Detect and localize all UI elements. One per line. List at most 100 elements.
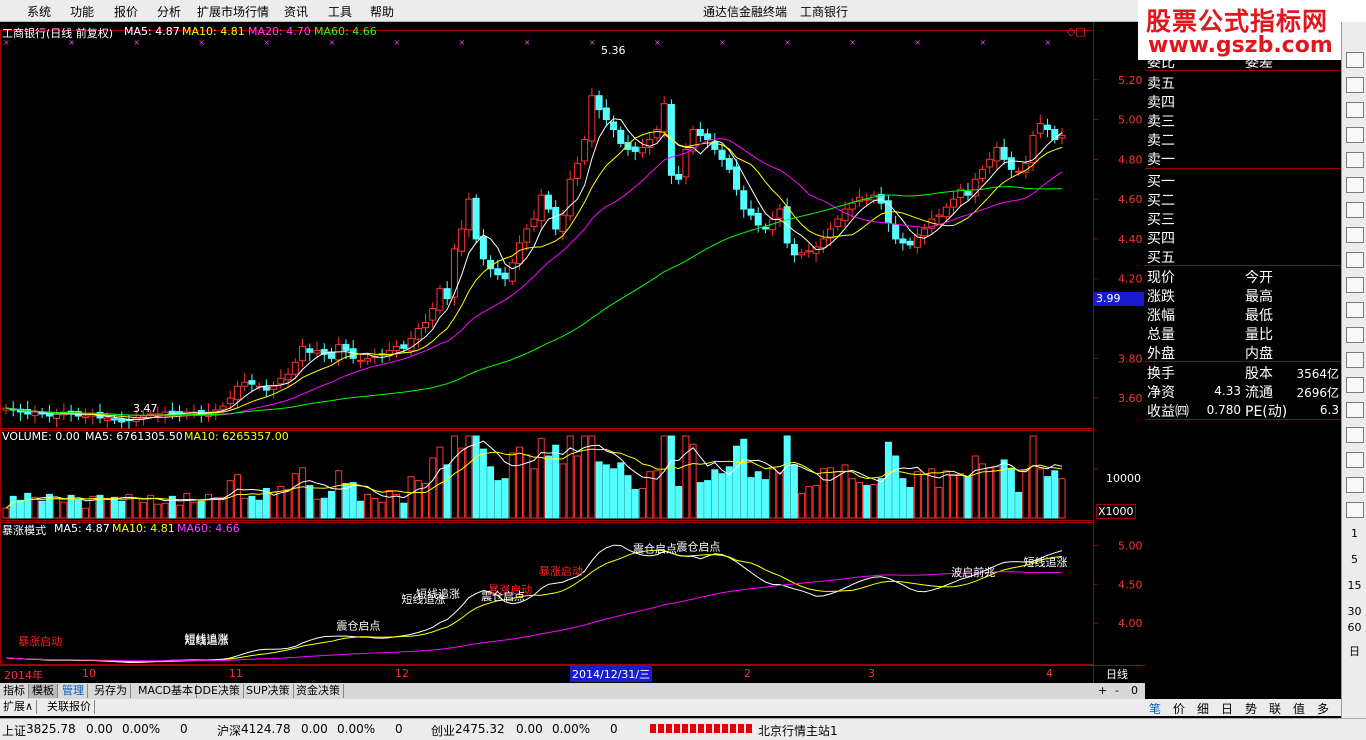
tab-ri[interactable]: 日 [1221, 700, 1233, 717]
tab-bi[interactable]: 笔 [1149, 700, 1161, 717]
menu-quote[interactable]: 报价 [114, 3, 138, 20]
period-5[interactable]: 5 [1342, 553, 1366, 566]
period-15[interactable]: 15 [1342, 579, 1366, 592]
volume-bar [740, 438, 748, 519]
rsi-icon[interactable] [1346, 402, 1364, 418]
volume-bar [299, 467, 307, 519]
info-icon[interactable] [1346, 277, 1364, 293]
candle-body [1007, 157, 1015, 170]
status-cy-value: 2475.32 [455, 722, 505, 736]
volume-bar [986, 467, 994, 519]
panel-toggle-icon[interactable]: ◇□ [1067, 25, 1086, 38]
panel-frame [0, 30, 1094, 429]
volume-bar [472, 435, 480, 519]
chart-icon[interactable] [1346, 302, 1364, 318]
chart-icon[interactable] [1346, 177, 1364, 193]
menu-function[interactable]: 功能 [70, 3, 94, 20]
doc-icon[interactable] [1346, 477, 1364, 493]
text-icon[interactable] [1346, 502, 1364, 518]
quote-shouyi-value: 0.780 [1206, 403, 1241, 417]
volume-tick-10000: 10000 [1106, 472, 1141, 485]
candle-icon[interactable] [1346, 202, 1364, 218]
arrow-down-icon[interactable] [1346, 77, 1364, 93]
tab-extend[interactable]: 扩展∧ [0, 700, 38, 714]
doc-icon[interactable] [1346, 227, 1364, 243]
tab-template[interactable]: 模板 [29, 684, 58, 698]
signal-marker: × [654, 38, 661, 47]
candle-body [696, 129, 704, 136]
candle-body [241, 381, 249, 387]
volume-bar [161, 502, 169, 519]
period-30[interactable]: 30 [1342, 605, 1366, 618]
buy-3: 买三 [1147, 212, 1175, 228]
tab-capital[interactable]: 资金决策 [293, 684, 344, 698]
candle-body [465, 198, 473, 231]
tab-shi[interactable]: 势 [1245, 700, 1257, 717]
f3-icon[interactable] [1346, 352, 1364, 368]
low-price-label: 3.47 [133, 402, 158, 415]
price-tick-label: 4.80 [1118, 153, 1143, 166]
circle-icon[interactable] [1346, 377, 1364, 393]
arrows-icon[interactable] [1346, 452, 1364, 468]
period-label[interactable]: 日线 [1106, 666, 1128, 682]
period-1[interactable]: 1 [1342, 527, 1366, 540]
tab-sup[interactable]: SUP决策 [243, 684, 294, 698]
table-icon[interactable] [1346, 152, 1364, 168]
tab-dde[interactable]: DDE决策 [191, 684, 244, 698]
volume-bar [443, 464, 451, 519]
menu-system[interactable]: 系统 [27, 3, 51, 20]
tab-jia[interactable]: 价 [1173, 700, 1185, 717]
candle-body [277, 377, 285, 385]
indicator-ma60: MA60: 4.66 [177, 522, 240, 535]
volume-bar [320, 497, 328, 519]
quote-guben-value: 3564亿 [1296, 367, 1339, 381]
tab-duo[interactable]: 多 [1317, 700, 1329, 717]
candle-body [805, 250, 813, 253]
f2-icon[interactable] [1346, 327, 1364, 343]
zoom-in-button[interactable]: + [1095, 684, 1110, 698]
list-icon[interactable] [1346, 102, 1364, 118]
volume-bar [154, 503, 162, 519]
zoom-out-button[interactable]: - [1112, 684, 1122, 698]
f10-icon[interactable] [1346, 252, 1364, 268]
period-day[interactable]: 日 [1342, 643, 1366, 659]
volume-bar [696, 482, 704, 519]
candle-body [1058, 134, 1066, 139]
candle-body [761, 226, 769, 230]
tab-indicator[interactable]: 指标 [0, 684, 29, 698]
move-icon[interactable] [1346, 427, 1364, 443]
signal-marker: × [328, 38, 335, 47]
tab-lian[interactable]: 联 [1269, 700, 1281, 717]
volume-bar [176, 504, 184, 519]
stock-chart[interactable]: 5.20 5.00 4.80 4.60 4.40 4.20 3.80 3.60 5.00 4.5… [0, 22, 1145, 683]
zoom-reset-button[interactable]: 0 [1128, 684, 1141, 698]
volume-bar [870, 484, 878, 519]
volume-bar [827, 467, 835, 519]
tab-zhi[interactable]: 值 [1293, 700, 1305, 717]
menu-analysis[interactable]: 分析 [157, 3, 181, 20]
tab-xi[interactable]: 细 [1197, 700, 1209, 717]
tab-save-as[interactable]: 另存为 [91, 684, 131, 698]
volume-bar [761, 479, 769, 519]
xaxis-label-10: 10 [82, 667, 96, 680]
candle-body [270, 385, 278, 390]
menu-help[interactable]: 帮助 [370, 3, 394, 20]
quote-pe-value: 6.3 [1319, 403, 1339, 417]
menu-extended-market[interactable]: 扩展市场行情 [197, 3, 269, 20]
period-60[interactable]: 60 [1342, 621, 1366, 634]
status-cy-change: 0.00 [516, 722, 543, 736]
candle-body [906, 240, 914, 246]
tab-related-quote[interactable]: 关联报价 [44, 700, 95, 714]
tab-macd[interactable]: MACD基本 [135, 684, 197, 698]
xaxis-label-4: 4 [1046, 667, 1053, 680]
candle-body [667, 103, 675, 176]
quote-zongliang: 总量 [1147, 327, 1175, 343]
grid-icon[interactable] [1346, 127, 1364, 143]
menu-tools[interactable]: 工具 [328, 3, 352, 20]
menu-news[interactable]: 资讯 [284, 3, 308, 20]
tab-manage[interactable]: 管理 [59, 684, 88, 698]
signal-marker: × [784, 38, 791, 47]
arrow-down-icon[interactable] [1346, 52, 1364, 68]
candle-body [472, 197, 480, 240]
candle-body [443, 288, 451, 300]
